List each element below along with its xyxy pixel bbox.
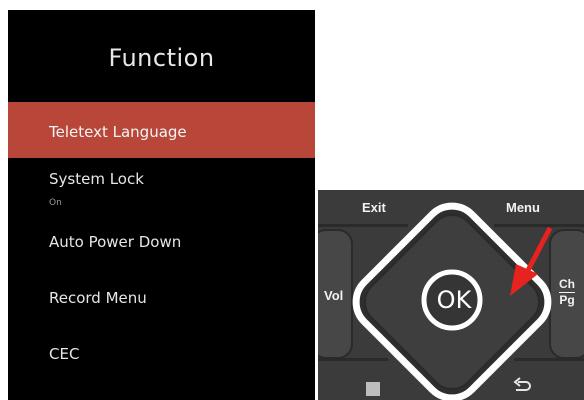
exit-label: Exit <box>362 200 386 215</box>
menu-item-record-menu[interactable]: Record Menu <box>8 270 315 326</box>
mute-icon <box>366 382 380 396</box>
remote-control-image: Exit Menu Vol OK Ch Pg <box>318 190 584 400</box>
menu-item-teletext-language[interactable]: Teletext Language <box>8 102 315 158</box>
menu-item-label: Auto Power Down <box>49 233 182 251</box>
menu-item-system-lock[interactable]: System Lock On <box>8 158 315 214</box>
ok-label: OK <box>436 286 472 314</box>
menu-item-value: On <box>49 198 62 208</box>
menu-item-label: CEC <box>49 345 80 363</box>
menu-list: Teletext Language System Lock On Auto Po… <box>8 102 315 382</box>
menu-item-label: Record Menu <box>49 289 147 307</box>
menu-item-cec[interactable]: CEC <box>8 326 315 382</box>
menu-title: Function <box>108 44 215 72</box>
function-menu: Function Teletext Language System Lock O… <box>8 10 315 400</box>
vol-label: Vol <box>324 288 344 303</box>
ch-label: Ch <box>559 277 575 291</box>
ch-pg-label: Ch Pg <box>559 278 575 307</box>
menu-label: Menu <box>506 200 540 215</box>
pg-label: Pg <box>559 293 575 307</box>
menu-item-auto-power-down[interactable]: Auto Power Down <box>8 214 315 270</box>
menu-item-label: Teletext Language <box>49 123 187 141</box>
menu-item-label: System Lock <box>49 170 144 188</box>
